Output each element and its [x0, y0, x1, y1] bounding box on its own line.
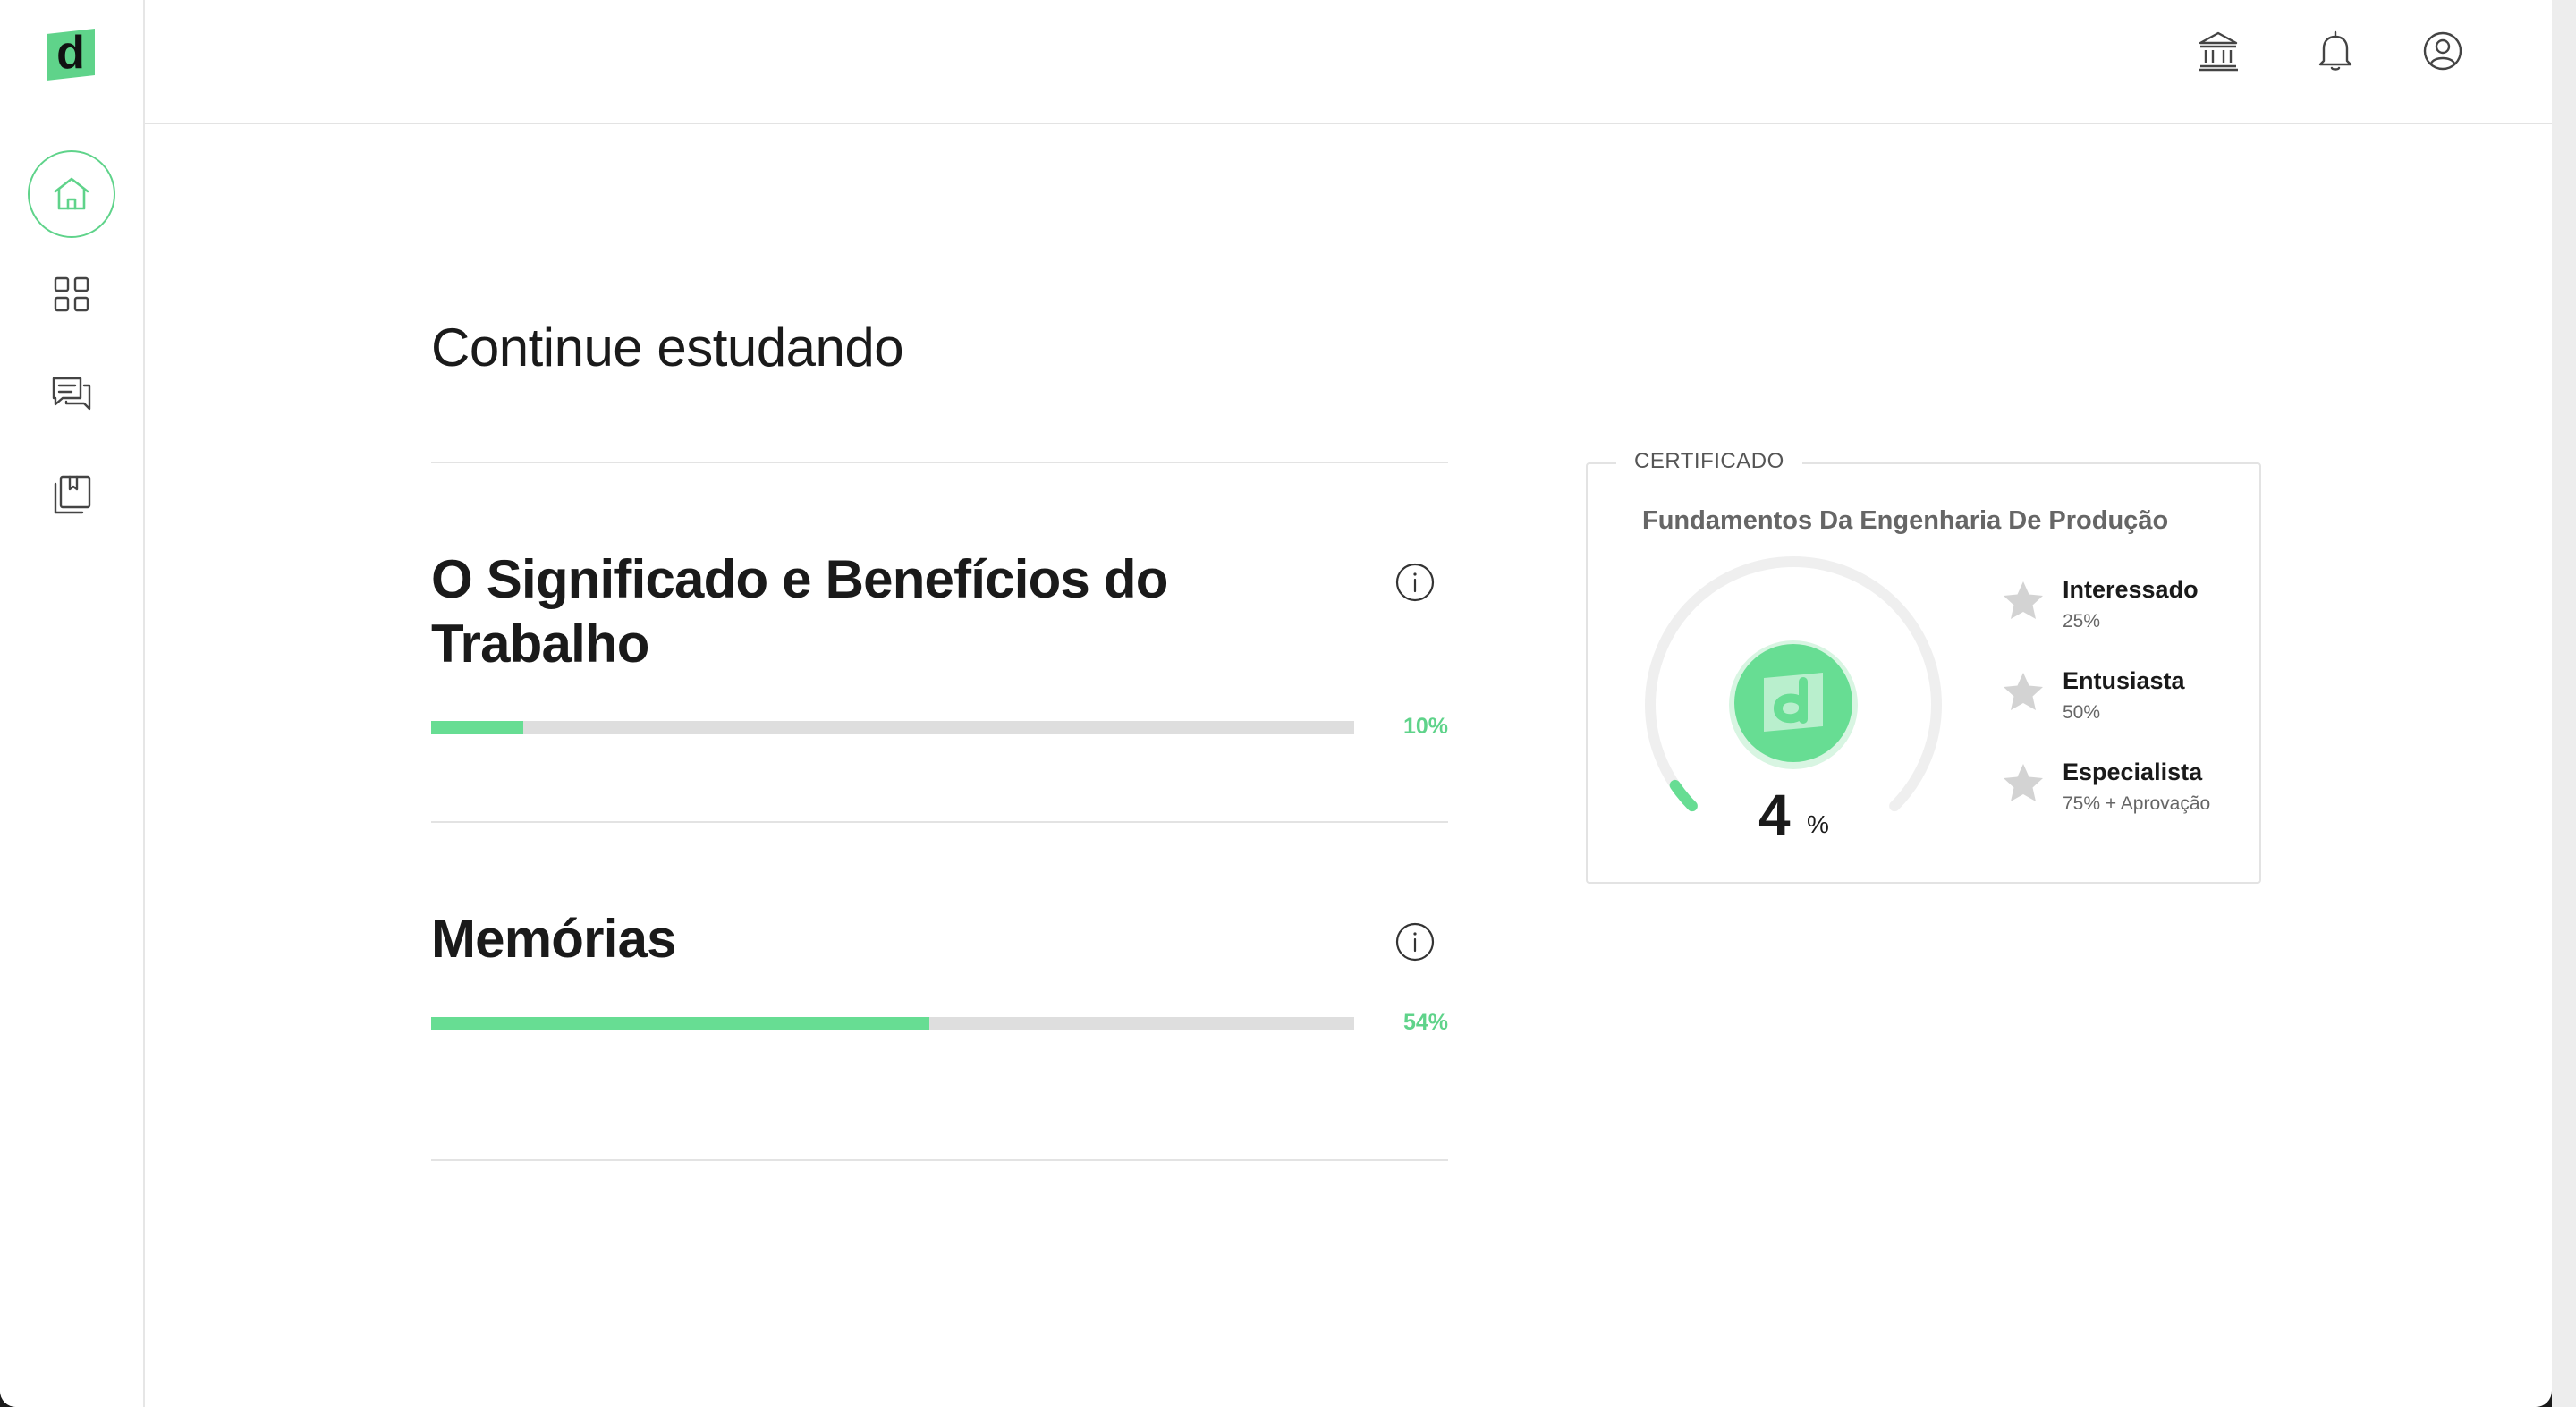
progress-fill — [431, 721, 524, 734]
sidebar: d — [0, 0, 145, 1407]
grid-icon — [54, 276, 89, 312]
bell-icon — [2318, 30, 2352, 71]
profile-button[interactable] — [2419, 27, 2467, 75]
bank-icon — [2199, 31, 2238, 72]
info-icon — [1395, 922, 1435, 962]
notifications-button[interactable] — [2311, 27, 2360, 75]
divider — [431, 1159, 1448, 1161]
progress-label: 10% — [1402, 714, 1448, 739]
progress-bar — [431, 721, 1354, 734]
home-icon — [54, 177, 89, 210]
logo-letter: d — [56, 27, 85, 79]
bookmark-library-icon — [54, 475, 91, 514]
progress-fill — [431, 1017, 930, 1030]
nav-catalog[interactable] — [28, 250, 115, 338]
star-icon — [2004, 673, 2043, 710]
logo[interactable]: d — [43, 25, 98, 84]
level-requirement: 50% — [2063, 702, 2101, 723]
chat-icon — [52, 377, 91, 411]
star-icon — [2004, 764, 2043, 801]
progress-bar — [431, 1017, 1354, 1030]
level-name: Especialista — [2063, 759, 2203, 785]
badge-logo-icon — [1764, 673, 1823, 732]
level-requirement: 75% + Aprovação — [2063, 793, 2211, 814]
course-title[interactable]: Memórias — [431, 907, 1326, 971]
scrollbar[interactable] — [2552, 0, 2576, 1407]
level-name: Entusiasta — [2063, 667, 2185, 694]
progress-label: 54% — [1402, 1010, 1448, 1035]
gauge-fill — [1669, 779, 1698, 812]
level-name: Interessado — [2063, 576, 2199, 603]
nav-forum[interactable] — [28, 351, 115, 438]
nav-library[interactable] — [28, 451, 115, 538]
certificate-progress-value: 4 — [1758, 783, 1791, 847]
certificate-course-name: Fundamentos Da Engenharia De Produção — [1642, 506, 2169, 535]
certificate-progress-unit: % — [1807, 810, 1829, 838]
star-icon — [2004, 581, 2043, 619]
divider — [431, 462, 1448, 463]
info-button[interactable] — [1394, 562, 1436, 603]
topbar — [145, 0, 2552, 124]
info-button[interactable] — [1394, 921, 1436, 962]
app-window: d Continue estudando O Significado e Ben… — [0, 0, 2552, 1407]
nav-home[interactable] — [28, 150, 115, 238]
course-title[interactable]: O Significado e Benefícios do Trabalho — [431, 547, 1326, 676]
user-icon — [2423, 31, 2462, 71]
divider — [431, 821, 1448, 823]
institution-button[interactable] — [2194, 27, 2242, 75]
level-requirement: 25% — [2063, 611, 2101, 631]
certificate-legend: CERTIFICADO — [1616, 449, 1802, 474]
certificate-progress-gauge — [1645, 556, 1942, 812]
info-icon — [1395, 563, 1435, 602]
page-title: Continue estudando — [431, 318, 904, 377]
